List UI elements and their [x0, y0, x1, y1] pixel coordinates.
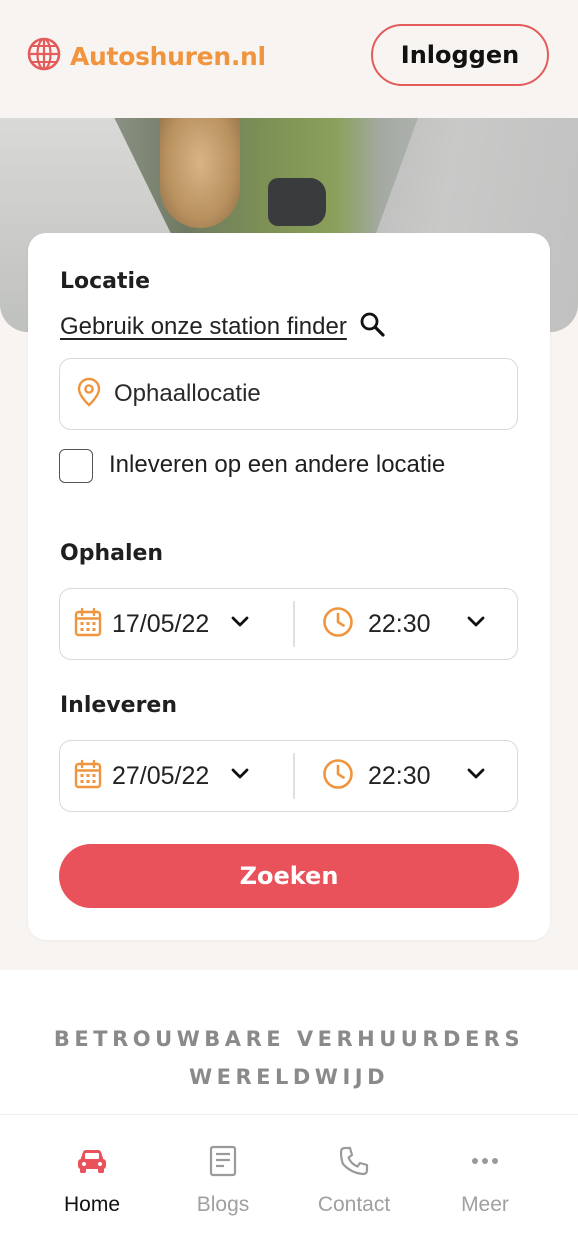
clock-icon: [322, 758, 354, 795]
return-label: Inleveren: [60, 693, 178, 718]
tagline-line-1: BETROUWBARE VERHUURDERS: [53, 1027, 525, 1051]
login-button[interactable]: Inloggen: [371, 24, 549, 86]
location-pin-icon: [76, 377, 102, 412]
nav-item-contact[interactable]: Contact: [289, 1143, 419, 1217]
chevron-down-icon: [467, 767, 485, 785]
chevron-down-icon: [231, 767, 249, 785]
bottom-nav: Home Blogs Contact Meer: [0, 1114, 578, 1255]
nav-label-home: Home: [63, 1193, 121, 1216]
more-icon: [470, 1143, 500, 1179]
station-finder-link[interactable]: Gebruik onze station finder: [60, 313, 347, 341]
location-label: Locatie: [60, 269, 150, 294]
different-return-label[interactable]: Inleveren op een andere locatie: [109, 447, 449, 483]
app-header: Autoshuren.nl Inloggen: [0, 0, 578, 118]
clock-icon: [322, 606, 354, 643]
pickup-label: Ophalen: [60, 541, 164, 566]
return-datetime-field: 27/05/22 22:30: [59, 740, 518, 812]
globe-icon: [26, 36, 62, 77]
pickup-date-value: 17/05/22: [112, 609, 210, 638]
return-time-value: 22:30: [368, 761, 431, 790]
pickup-location-placeholder: Ophaallocatie: [114, 380, 261, 407]
nav-label-more: Meer: [461, 1193, 509, 1216]
field-divider: [293, 753, 295, 799]
brand-name: Autoshuren.nl: [70, 42, 266, 71]
chevron-down-icon: [231, 615, 249, 633]
search-card: Locatie Gebruik onze station finder Opha…: [28, 233, 550, 940]
pickup-date-select[interactable]: 17/05/22: [74, 589, 249, 659]
phone-icon: [338, 1143, 370, 1179]
pickup-time-value: 22:30: [368, 609, 431, 638]
search-icon[interactable]: [359, 311, 385, 342]
brand-logo[interactable]: Autoshuren.nl: [26, 36, 266, 77]
calendar-icon: [74, 759, 102, 794]
nav-label-contact: Contact: [317, 1193, 391, 1216]
return-time-select[interactable]: 22:30: [322, 741, 485, 811]
trust-section: BETROUWBARE VERHUURDERS WERELDWIJD: [0, 970, 578, 1114]
pickup-time-select[interactable]: 22:30: [322, 589, 485, 659]
search-button[interactable]: Zoeken: [59, 844, 519, 908]
station-finder[interactable]: Gebruik onze station finder: [60, 311, 385, 342]
calendar-icon: [74, 607, 102, 642]
nav-item-home[interactable]: Home: [27, 1143, 157, 1217]
tagline: BETROUWBARE VERHUURDERS WERELDWIJD: [0, 1020, 578, 1096]
nav-item-blogs[interactable]: Blogs: [158, 1143, 288, 1217]
return-date-select[interactable]: 27/05/22: [74, 741, 249, 811]
car-icon: [76, 1143, 108, 1179]
document-icon: [209, 1143, 237, 1179]
chevron-down-icon: [467, 615, 485, 633]
return-date-value: 27/05/22: [112, 761, 210, 790]
pickup-location-input[interactable]: Ophaallocatie: [59, 358, 518, 430]
different-return-checkbox[interactable]: [59, 449, 93, 483]
pickup-datetime-field: 17/05/22 22:30: [59, 588, 518, 660]
different-return-option[interactable]: Inleveren op een andere locatie: [59, 447, 449, 483]
nav-item-more[interactable]: Meer: [420, 1143, 550, 1217]
nav-label-blogs: Blogs: [196, 1193, 250, 1216]
tagline-line-2: WERELDWIJD: [188, 1065, 390, 1089]
field-divider: [293, 601, 295, 647]
